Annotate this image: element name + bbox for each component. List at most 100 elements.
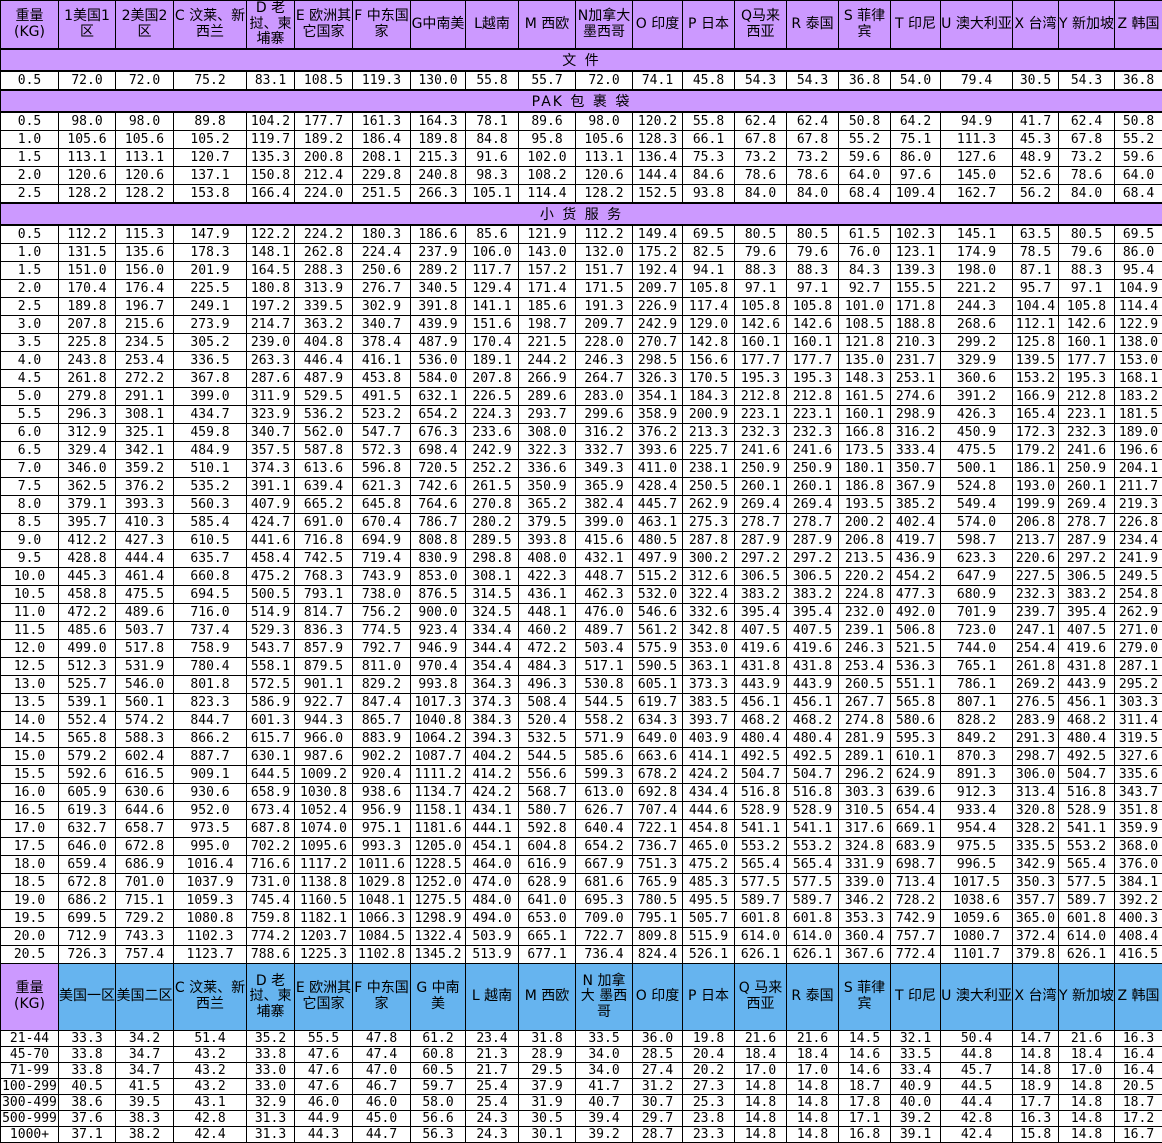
zone-header-cell: 1美国1区 xyxy=(59,1,116,50)
rate-cell: 362.5 xyxy=(59,478,116,496)
rate-row: 1.5151.0156.0201.9164.5288.3250.6289.211… xyxy=(1,262,1162,280)
rate-cell: 43.1 xyxy=(174,1095,247,1111)
rate-cell: 16.3 xyxy=(1115,1031,1162,1047)
rate-cell: 351.8 xyxy=(1115,802,1162,820)
rate-cell: 399.0 xyxy=(174,388,247,406)
rate-cell: 209.7 xyxy=(633,280,683,298)
rate-cell: 589.7 xyxy=(735,892,787,910)
weight-cell: 6.5 xyxy=(1,442,59,460)
rate-cell: 574.0 xyxy=(941,514,1013,532)
rate-cell: 414.1 xyxy=(683,748,735,766)
rate-cell: 59.7 xyxy=(411,1079,466,1095)
rate-cell: 1016.4 xyxy=(174,856,247,874)
rate-cell: 14.8 xyxy=(735,1095,787,1111)
weight-cell: 11.5 xyxy=(1,622,59,640)
rate-cell: 329.4 xyxy=(59,442,116,460)
rate-cell: 195.3 xyxy=(787,370,839,388)
rate-cell: 512.3 xyxy=(59,658,116,676)
rate-cell: 640.4 xyxy=(576,820,633,838)
rate-cell: 128.2 xyxy=(116,185,174,204)
rate-cell: 188.8 xyxy=(891,316,941,334)
rate-cell: 56.2 xyxy=(1013,185,1059,204)
rate-cell: 250.9 xyxy=(1059,460,1115,478)
weight-cell: 0.5 xyxy=(1,225,59,244)
shipping-rate-table: 重量(KG)1美国1区2美国2区C 汶莱、新西兰D 老挝、柬埔寨E 欧洲其它国家… xyxy=(0,0,1162,1143)
rate-cell: 80.5 xyxy=(787,225,839,244)
rate-cell: 920.4 xyxy=(353,766,411,784)
rate-cell: 18.4 xyxy=(787,1047,839,1063)
rate-cell: 225.5 xyxy=(174,280,247,298)
rate-cell: 176.4 xyxy=(116,280,174,298)
zone-header-cell-2: P 日本 xyxy=(683,964,735,1031)
zone-header-cell: L越南 xyxy=(466,1,519,50)
rate-cell: 177.7 xyxy=(787,352,839,370)
rate-cell: 987.6 xyxy=(295,748,353,766)
rate-cell: 84.8 xyxy=(466,131,519,149)
rate-cell: 102.0 xyxy=(519,149,576,167)
rate-cell: 67.8 xyxy=(735,131,787,149)
rate-cell: 172.3 xyxy=(1013,424,1059,442)
rate-cell: 669.1 xyxy=(891,820,941,838)
rate-row: 12.5512.3531.9780.4558.1879.5811.0970.43… xyxy=(1,658,1162,676)
rate-cell: 86.0 xyxy=(1115,244,1162,262)
rate-cell: 492.5 xyxy=(787,748,839,766)
rate-cell: 670.4 xyxy=(353,514,411,532)
rate-cell: 613.0 xyxy=(576,784,633,802)
rate-cell: 73.2 xyxy=(787,149,839,167)
rate-cell: 291.3 xyxy=(1013,730,1059,748)
rate-cell: 996.5 xyxy=(941,856,1013,874)
rate-cell: 602.4 xyxy=(116,748,174,766)
weight-cell: 7.0 xyxy=(1,460,59,478)
zone-header-cell-2: L 越南 xyxy=(466,964,519,1031)
rate-cell: 33.5 xyxy=(891,1047,941,1063)
rate-cell: 1066.3 xyxy=(353,910,411,928)
rate-cell: 494.0 xyxy=(466,910,519,928)
rate-cell: 506.8 xyxy=(891,622,941,640)
rate-cell: 1059.6 xyxy=(941,910,1013,928)
rate-cell: 289.5 xyxy=(466,532,519,550)
rate-cell: 394.3 xyxy=(466,730,519,748)
rate-cell: 229.8 xyxy=(353,167,411,185)
rate-cell: 306.5 xyxy=(1059,568,1115,586)
rate-cell: 196.7 xyxy=(116,298,174,316)
section-title: 文 件 xyxy=(1,49,1162,71)
rate-row: 17.5646.0672.8995.0702.21095.6993.31205.… xyxy=(1,838,1162,856)
rate-cell: 185.6 xyxy=(519,298,576,316)
rate-cell: 291.1 xyxy=(116,388,174,406)
rate-cell: 857.9 xyxy=(295,640,353,658)
rate-row: 4.5261.8272.2367.8287.6487.9453.8584.020… xyxy=(1,370,1162,388)
rate-cell: 393.7 xyxy=(683,712,735,730)
rate-row: 1000+37.138.242.431.344.344.756.324.330.… xyxy=(1,1127,1162,1143)
weight-cell: 1000+ xyxy=(1,1127,59,1143)
rate-cell: 391.8 xyxy=(411,298,466,316)
weight-cell: 0.5 xyxy=(1,71,59,90)
rate-cell: 720.5 xyxy=(411,460,466,478)
rate-cell: 178.3 xyxy=(174,244,247,262)
rate-cell: 105.8 xyxy=(683,280,735,298)
rate-cell: 175.2 xyxy=(633,244,683,262)
rate-cell: 180.3 xyxy=(353,225,411,244)
rate-cell: 363.1 xyxy=(683,658,735,676)
rate-cell: 180.8 xyxy=(247,280,295,298)
rate-cell: 151.7 xyxy=(576,262,633,280)
rate-cell: 374.3 xyxy=(466,694,519,712)
rate-cell: 363.2 xyxy=(295,316,353,334)
rate-cell: 644.6 xyxy=(116,802,174,820)
rate-cell: 722.7 xyxy=(576,928,633,946)
rate-cell: 278.7 xyxy=(735,514,787,532)
rate-cell: 443.9 xyxy=(1059,676,1115,694)
rate-cell: 901.1 xyxy=(295,676,353,694)
rate-cell: 339.5 xyxy=(295,298,353,316)
rate-cell: 23.4 xyxy=(466,1031,519,1047)
rate-cell: 261.8 xyxy=(1013,658,1059,676)
rate-cell: 24.3 xyxy=(466,1127,519,1143)
rate-cell: 973.5 xyxy=(174,820,247,838)
rate-cell: 1182.1 xyxy=(295,910,353,928)
rate-cell: 164.5 xyxy=(247,262,295,280)
weight-cell: 21-44 xyxy=(1,1031,59,1047)
weight-cell: 8.5 xyxy=(1,514,59,532)
rate-cell: 393.8 xyxy=(519,532,576,550)
rate-cell: 105.6 xyxy=(116,131,174,149)
rate-cell: 93.8 xyxy=(683,185,735,204)
rate-cell: 97.1 xyxy=(1059,280,1115,298)
